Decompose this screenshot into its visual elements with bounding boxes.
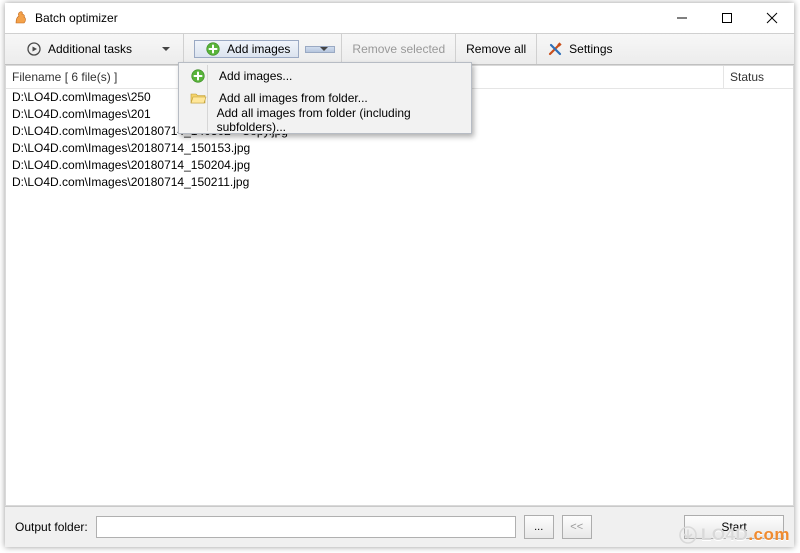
folder-icon <box>189 89 207 107</box>
add-images-label: Add images <box>227 42 290 56</box>
toolbar: Additional tasks Add images <box>5 33 794 65</box>
plus-icon <box>189 67 207 85</box>
play-icon <box>26 41 42 57</box>
settings-icon <box>547 41 563 57</box>
output-folder-input[interactable] <box>96 516 516 538</box>
remove-selected-label: Remove selected <box>352 42 445 56</box>
add-images-menu: Add images... Add all images from folder… <box>178 62 472 134</box>
menu-item-label: Add all images from folder... <box>219 91 368 105</box>
chevron-down-icon <box>320 47 328 52</box>
watermark: LO4D.com <box>679 525 790 545</box>
remove-all-label: Remove all <box>466 42 526 56</box>
column-status[interactable]: Status <box>724 66 793 88</box>
list-item[interactable]: D:\LO4D.com\Images\20180714_150211.jpg <box>6 174 793 191</box>
titlebar: Batch optimizer <box>5 3 794 33</box>
list-item[interactable]: D:\LO4D.com\Images\20180714_150153.jpg <box>6 140 793 157</box>
list-item[interactable]: D:\LO4D.com\Images\20180714_150204.jpg <box>6 157 793 174</box>
remove-selected-button[interactable]: Remove selected <box>342 34 456 64</box>
watermark-suffix: .com <box>748 525 790 544</box>
window-title: Batch optimizer <box>35 11 659 25</box>
menu-item-add-folder-recursive[interactable]: Add all images from folder (including su… <box>181 109 469 131</box>
minimize-button[interactable] <box>659 3 704 33</box>
additional-tasks-button[interactable]: Additional tasks <box>5 34 184 64</box>
settings-label: Settings <box>569 42 612 56</box>
collapse-button[interactable]: << <box>562 515 592 539</box>
browse-button[interactable]: ... <box>524 515 554 539</box>
chevron-down-icon <box>162 47 170 52</box>
download-icon <box>679 526 697 544</box>
maximize-button[interactable] <box>704 3 749 33</box>
remove-all-button[interactable]: Remove all <box>456 34 537 64</box>
menu-item-label: Add all images from folder (including su… <box>217 106 459 134</box>
additional-tasks-label: Additional tasks <box>48 42 132 56</box>
menu-item-add-images[interactable]: Add images... <box>181 65 469 87</box>
menu-item-label: Add images... <box>219 69 292 83</box>
output-folder-label: Output folder: <box>15 520 88 534</box>
close-button[interactable] <box>749 3 794 33</box>
app-icon <box>13 10 29 26</box>
footer-bar: Output folder: ... << Start <box>5 506 794 547</box>
add-images-button[interactable]: Add images <box>184 34 342 64</box>
plus-icon <box>205 41 221 57</box>
watermark-text: LO4D <box>701 525 748 544</box>
content: Filename [ 6 file(s) ] Status D:\LO4D.co… <box>5 65 794 547</box>
settings-button[interactable]: Settings <box>537 34 622 64</box>
